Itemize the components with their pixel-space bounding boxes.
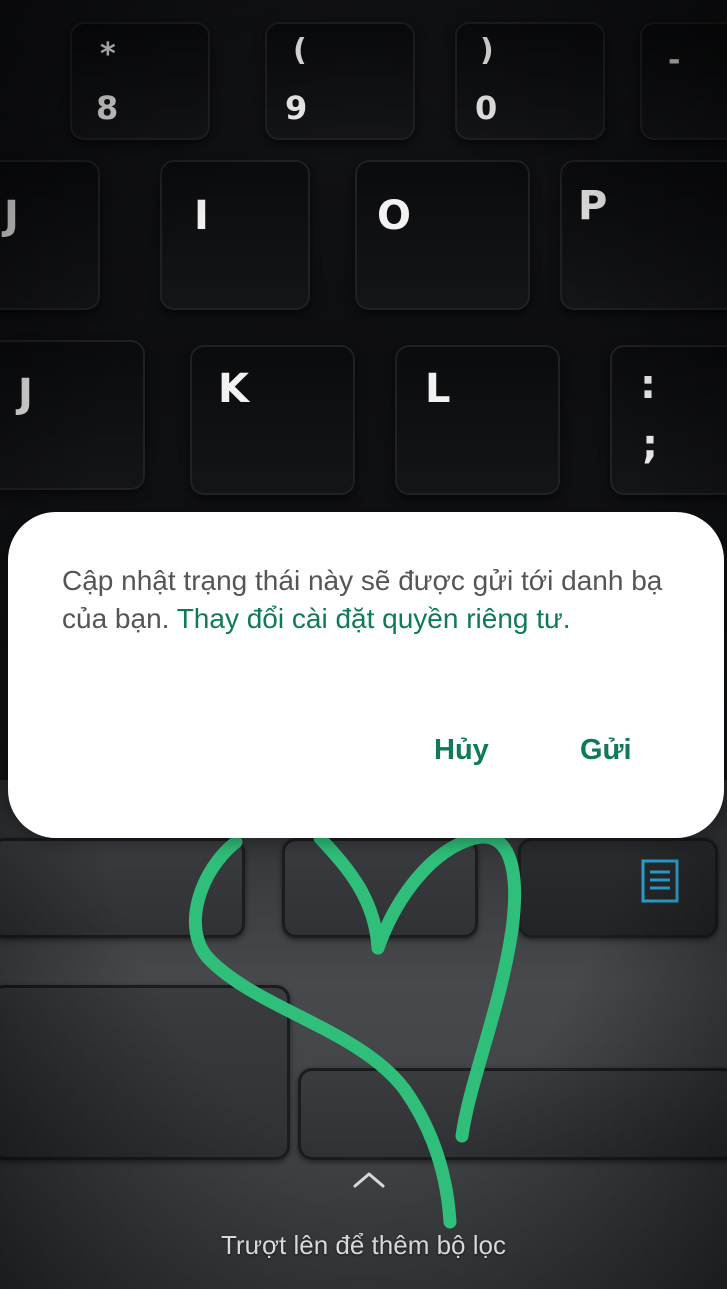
dialog-message: Cập nhật trạng thái này sẽ được gửi tới …	[62, 562, 682, 638]
privacy-dialog: Cập nhật trạng thái này sẽ được gửi tới …	[8, 512, 724, 838]
status-editor-screen: * 8 ( 9 ) 0 - J I O P J K L : ; Cập nhật…	[0, 0, 727, 1289]
chevron-up-icon[interactable]	[349, 1168, 389, 1190]
swipe-up-hint: Trượt lên để thêm bộ lọc	[221, 1230, 506, 1260]
cancel-button[interactable]: Hủy	[434, 734, 489, 767]
send-button[interactable]: Gửi	[580, 734, 632, 767]
privacy-settings-link[interactable]: Thay đổi cài đặt quyền riêng tư.	[177, 603, 571, 634]
